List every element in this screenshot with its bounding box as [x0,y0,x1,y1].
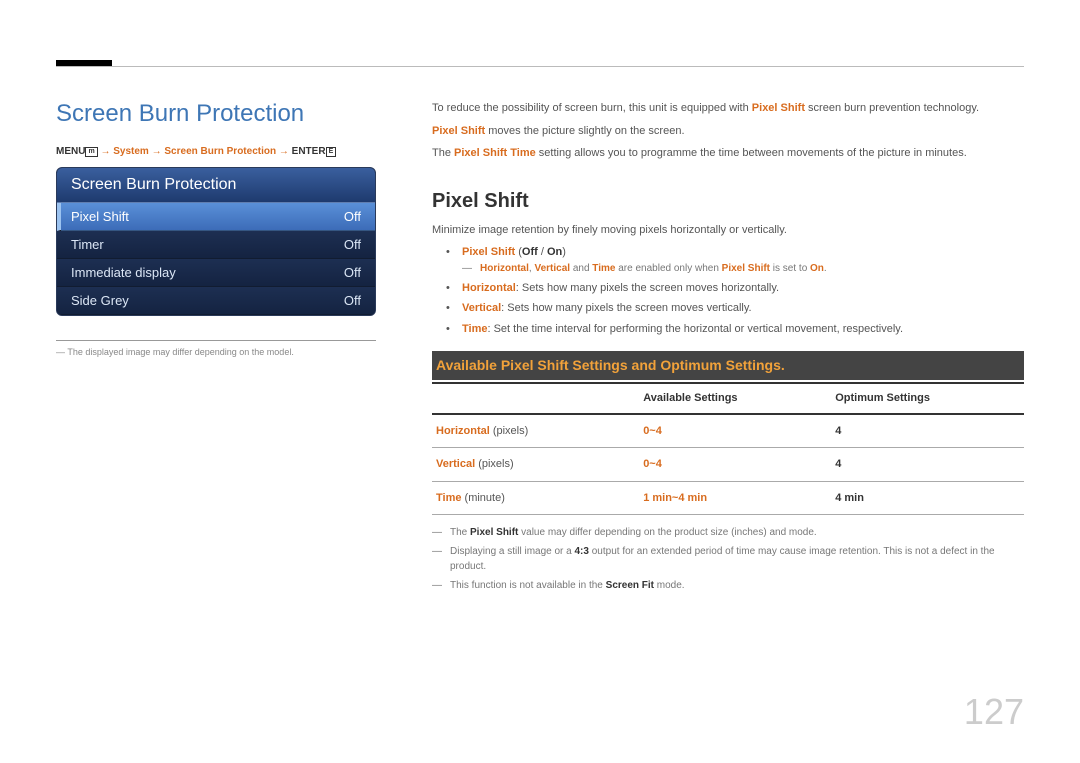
header-thin-rule [56,66,1024,67]
list-item-time: Time: Set the time interval for performi… [446,321,1024,338]
enter-icon: E [326,147,337,157]
breadcrumb: MENUm → System → Screen Burn Protection … [56,146,376,157]
page-number: 127 [964,691,1024,733]
pixel-shift-desc: Minimize image retention by finely movin… [432,222,1024,239]
list-item-vertical: Vertical: Sets how many pixels the scree… [446,300,1024,317]
intro-line-1: To reduce the possibility of screen burn… [432,100,1024,117]
model-footnote: The displayed image may differ depending… [56,347,376,357]
osd-row-pixel-shift[interactable]: Pixel Shift Off [57,203,375,231]
osd-row-label: Pixel Shift [71,209,129,224]
breadcrumb-system: System [113,146,149,157]
table-row: Time (minute) 1 min~4 min 4 min [432,481,1024,515]
breadcrumb-enter: ENTER [292,146,326,157]
left-column: Screen Burn Protection MENUm → System → … [56,100,376,597]
osd-row-label: Immediate display [71,265,176,280]
intro-line-3: The Pixel Shift Time setting allows you … [432,145,1024,162]
list-item-horizontal: Horizontal: Sets how many pixels the scr… [446,280,1024,297]
breadcrumb-sbp: Screen Burn Protection [164,146,276,157]
osd-row-value: Off [344,293,361,308]
osd-panel: Screen Burn Protection Pixel Shift Off T… [56,167,376,316]
osd-row-immediate[interactable]: Immediate display Off [57,259,375,287]
table-header-available: Available Settings [639,383,831,414]
footnote-2: Displaying a still image or a 4:3 output… [432,544,1024,574]
table-row: Horizontal (pixels) 0~4 4 [432,414,1024,448]
table-section-heading: Available Pixel Shift Settings and Optim… [432,351,1024,380]
osd-row-timer[interactable]: Timer Off [57,231,375,259]
table-header-blank [432,383,639,414]
osd-row-value: Off [344,209,361,224]
list-item-pixel-shift: Pixel Shift (Off / On) Horizontal, Verti… [446,244,1024,276]
osd-row-value: Off [344,265,361,280]
table-header-optimum: Optimum Settings [831,383,1024,414]
osd-row-side-grey[interactable]: Side Grey Off [57,287,375,315]
intro-line-2: Pixel Shift moves the picture slightly o… [432,123,1024,140]
footnote-1: The Pixel Shift value may differ dependi… [432,525,1024,540]
settings-table: Available Settings Optimum Settings Hori… [432,382,1024,515]
pixel-shift-list: Pixel Shift (Off / On) Horizontal, Verti… [446,244,1024,337]
breadcrumb-menu: MENU [56,146,85,157]
osd-row-label: Timer [71,237,104,252]
pixel-shift-subnote: Horizontal, Vertical and Time are enable… [462,261,1024,276]
pixel-shift-heading: Pixel Shift [432,186,1024,216]
menu-icon: m [85,147,97,157]
osd-row-label: Side Grey [71,293,129,308]
footnote-3: This function is not available in the Sc… [432,578,1024,593]
table-row: Vertical (pixels) 0~4 4 [432,448,1024,482]
osd-row-value: Off [344,237,361,252]
page-title: Screen Burn Protection [56,100,376,128]
osd-header: Screen Burn Protection [57,168,375,203]
left-divider [56,340,376,341]
right-column: To reduce the possibility of screen burn… [432,100,1024,597]
